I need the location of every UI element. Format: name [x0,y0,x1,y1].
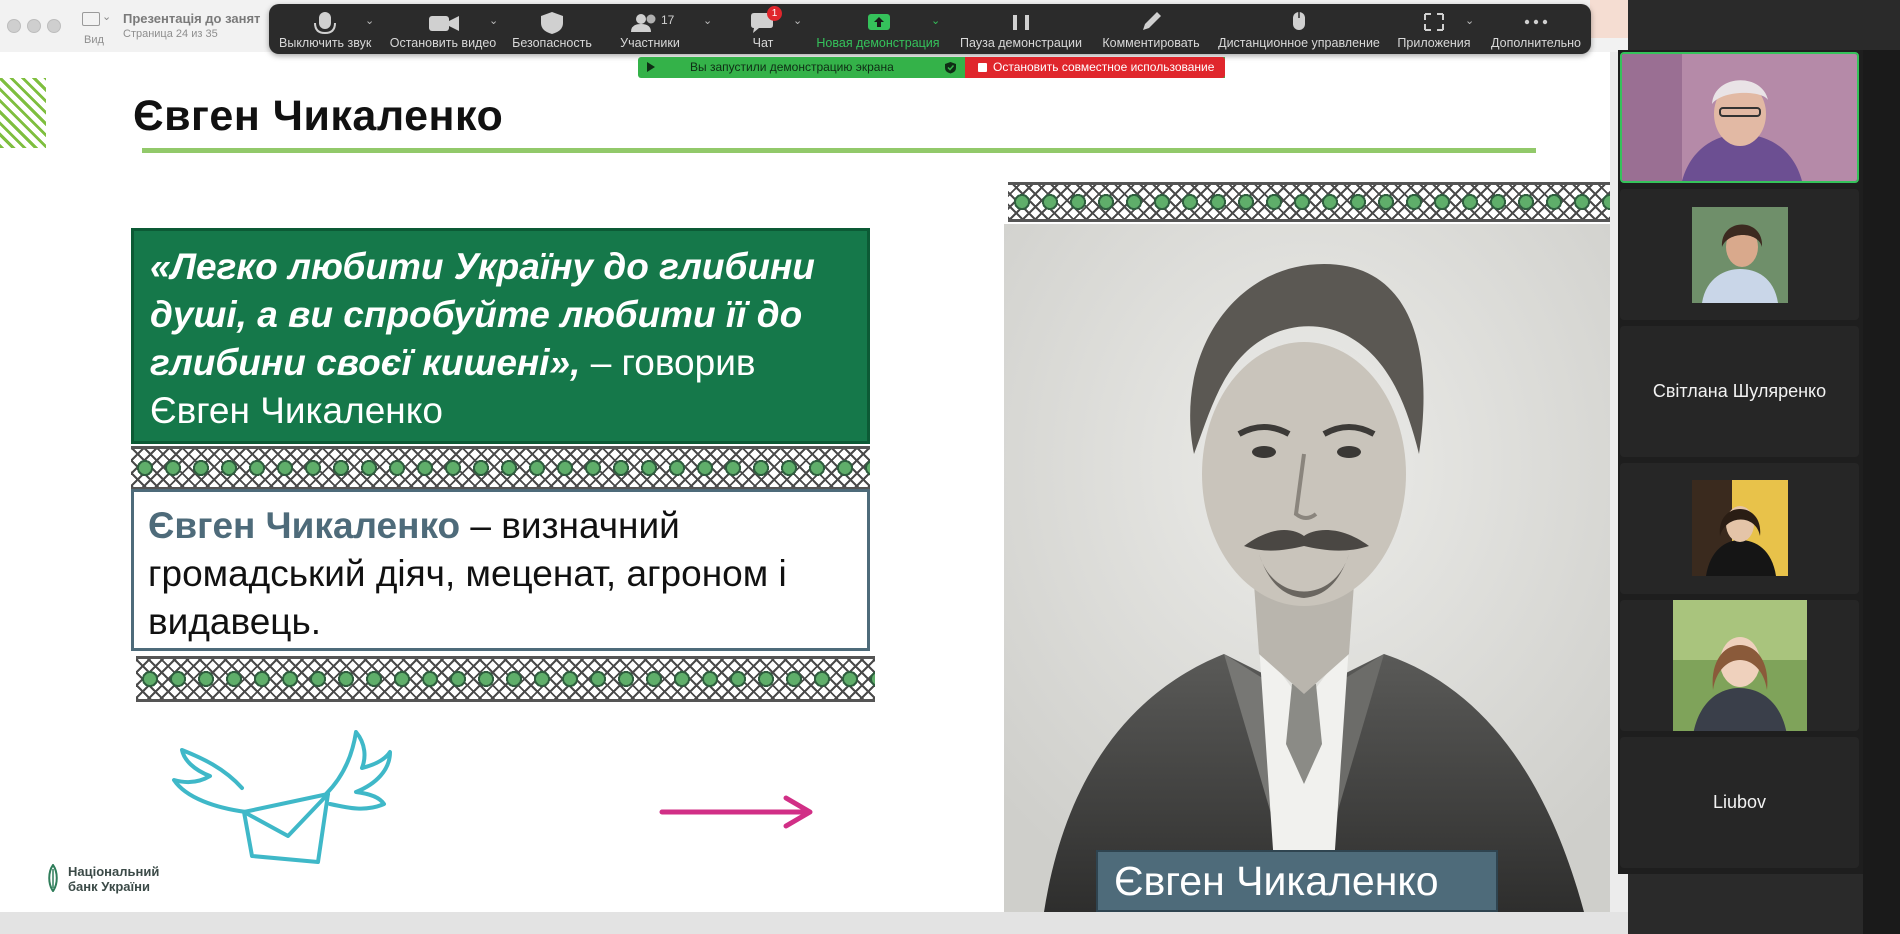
apps-label: Приложения [1397,36,1471,50]
document-title: Презентація до занят [123,11,261,26]
video-camera-icon [429,16,459,31]
embroidery-ornament [1008,182,1610,222]
stop-sharing-button[interactable]: Остановить совместное использование [965,57,1225,78]
title-underline [142,148,1536,153]
security-label: Безопасность [512,36,592,50]
quote-box: «Легко любити Україну до глибини душі, а… [131,228,870,444]
chevron-down-icon[interactable]: ⌄ [102,10,111,23]
grip-icon[interactable] [644,60,658,75]
corner-ornament [0,78,46,148]
chevron-up-icon[interactable]: ⌄ [1465,14,1474,27]
nbu-logo-line-2: банк України [68,879,150,894]
security-button[interactable]: Безопасность [509,4,595,54]
participant-tile[interactable]: Liubov [1620,737,1859,868]
participant-avatar [1692,480,1788,576]
annotate-button[interactable]: Комментировать [1097,4,1205,54]
zoom-window-button[interactable] [47,19,61,33]
annotate-label: Комментировать [1102,36,1200,50]
participants-icon [631,14,656,32]
pencil-icon [1143,12,1161,30]
remote-control-button[interactable]: Дистанционное управление [1215,4,1383,54]
chevron-up-icon[interactable]: ⌄ [703,14,712,27]
slide-title: Євген Чикаленко [133,92,504,140]
keynote-window: ⌄ Вид Презентація до занят Страница 24 и… [0,0,1628,934]
window-bottom-bar [0,912,1628,934]
stop-square-icon [978,63,987,72]
microphone-icon [314,12,336,35]
more-button[interactable]: Дополнительно [1487,4,1585,54]
ellipsis-icon [1524,19,1548,25]
embroidery-ornament [131,446,870,490]
mute-button[interactable]: Выключить звук [279,4,371,54]
participant-name: Liubov [1712,792,1767,812]
pause-icon [1013,15,1029,30]
chat-button[interactable]: 1 Чат [729,4,797,54]
description-box: Євген Чикаленко – визначний громадський … [131,489,870,651]
participants-button[interactable]: 17 Участники [611,4,689,54]
close-window-button[interactable] [7,19,21,33]
chevron-up-icon[interactable]: ⌄ [931,14,940,27]
portrait-caption: Євген Чикаленко [1096,850,1498,912]
pause-share-button[interactable]: Пауза демонстрации [955,4,1087,54]
embroidery-ornament [136,656,875,702]
participant-name: Світлана Шуляренко [1652,381,1827,401]
page-indicator: Страница 24 из 35 [123,28,218,40]
chevron-up-icon[interactable]: ⌄ [489,14,498,27]
chat-bubble-icon [751,13,773,33]
portrait-illustration [1004,224,1610,912]
pause-share-label: Пауза демонстрации [960,36,1082,50]
arrow-right-icon [659,795,813,829]
description-name: Євген Чикаленко [148,505,461,546]
stop-video-button[interactable]: Остановить видео [389,4,497,54]
remote-control-label: Дистанционное управление [1218,36,1380,50]
participant-tile[interactable]: Світлана Шуляренко [1620,326,1859,457]
chevron-up-icon[interactable]: ⌄ [365,14,374,27]
sidebar-icon[interactable] [82,12,100,26]
participant-tile[interactable] [1620,600,1859,731]
participant-video [1622,54,1857,181]
nbu-logo-line-1: Національний [68,864,160,879]
participant-avatar [1673,600,1807,731]
nbu-logo-icon [48,864,58,892]
portrait-photo [1004,224,1610,912]
participants-label: Участники [620,36,680,50]
new-share-button[interactable]: Новая демонстрация [815,4,941,54]
apps-button[interactable]: Приложения [1393,4,1475,54]
winged-envelope-icon [172,730,392,864]
mute-label: Выключить звук [279,36,372,50]
shield-icon [541,12,563,34]
stop-video-label: Остановить видео [389,36,497,50]
apps-icon [1424,13,1444,31]
chevron-up-icon[interactable]: ⌄ [793,14,802,27]
minimize-window-button[interactable] [27,19,41,33]
chat-label: Чат [752,36,774,50]
shield-check-icon [945,62,956,74]
video-gallery-panel: Світлана Шуляренко Liubov [1618,50,1863,874]
participants-count: 17 [661,13,675,27]
desktop-background [1590,0,1628,38]
zoom-meeting-toolbar: Выключить звук ⌄ Остановить видео ⌄ Безо… [269,4,1591,54]
share-screen-icon [868,14,890,30]
participant-tile[interactable] [1620,463,1859,594]
participant-avatar [1692,207,1788,303]
participant-tile[interactable] [1620,189,1859,320]
stop-sharing-label: Остановить совместное использование [993,60,1215,74]
mouse-icon [1293,12,1305,30]
view-label: Вид [84,34,104,46]
more-label: Дополнительно [1491,36,1581,50]
chat-unread-badge: 1 [767,6,782,21]
participant-tile[interactable] [1620,52,1859,183]
sharing-status-text: Вы запустили демонстрацию экрана [690,60,894,74]
slide-canvas: Євген Чикаленко «Легко любити Україну до… [0,52,1610,912]
desktop-background [1863,50,1900,934]
nbu-logo-text: Національний банк України [68,864,159,894]
new-share-label: Новая демонстрация [816,36,940,50]
